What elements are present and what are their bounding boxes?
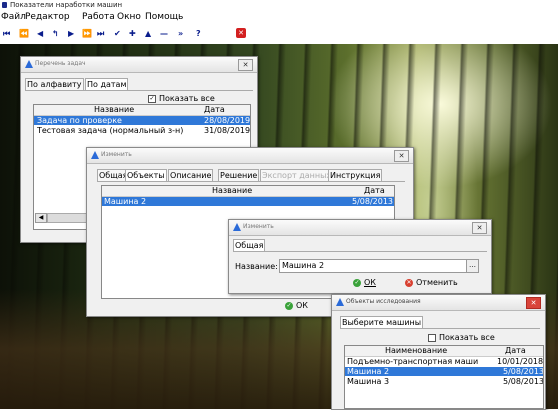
table-row[interactable]: Машина 3 5/08/2013 [345,377,543,386]
ok-label: ОК [364,278,376,287]
table-row[interactable]: Машина 2 5/08/2013 [345,367,543,376]
cell-date: 28/08/2019 [204,116,250,125]
machines-table: Наименование Дата Подъемно-транспортная … [344,345,544,409]
cell-name: Машина 2 [347,367,390,376]
window-title: Перечень задач [35,60,86,67]
tab-bar: Общая [233,239,487,252]
table-header: Наименование Дата [345,346,543,357]
table-row[interactable]: Подъемно-транспортная маши 10/01/2018 [345,357,543,366]
tab-bar: Выберите машины [340,316,540,329]
header-name: Название [94,105,135,114]
menu-work[interactable]: Работа [82,12,115,22]
browse-button[interactable]: … [466,259,479,273]
table-header: Название Дата [34,105,250,116]
app-icon [2,2,7,8]
header-date: Дата [364,186,385,195]
menu-window[interactable]: Окно [117,12,141,22]
edit-name-window: Изменить ✕ Общая Название: Машина 2 … ✓ О… [228,219,492,294]
tab-bar: По алфавиту По датам [25,78,253,91]
app-window-icon [233,223,241,231]
cell-date: 5/08/2013 [503,367,543,376]
check-icon: ✓ [285,301,293,310]
check-icon: ✓ [353,278,361,287]
header-name: Название [212,186,253,195]
up-icon[interactable]: ▲ [145,29,151,38]
cell-date: 5/08/2013 [352,197,394,206]
cell-name: Тестовая задача (нормальный з-н) [37,126,184,135]
header-date: Дата [204,105,225,114]
cell-date: 5/08/2013 [503,377,543,386]
next-page-icon[interactable]: ⏩ [82,29,92,38]
show-all-label: Показать все [439,333,495,342]
help-icon[interactable]: ? [196,29,201,38]
app-title: Показатели наработки машин [10,1,123,9]
app-window-icon [336,298,344,306]
tab-divider [233,251,487,252]
ok-button[interactable]: ✓ ОК [353,278,376,288]
name-label: Название: [235,262,278,271]
window-titlebar: Объекты исследования ✕ [332,295,545,311]
first-record-icon[interactable]: ⏮ [3,29,10,39]
check-icon[interactable]: ✔ [114,29,121,38]
window-titlebar: Изменить ✕ [229,220,491,236]
menu-bar: Файл Редактор Работа Окно Помощь [0,11,558,24]
last-record-icon[interactable]: ⏭ [97,29,104,39]
header-name: Наименование [385,346,448,355]
tab-divider [97,181,405,182]
cell-name: Задача по проверке [37,116,122,125]
scroll-left-icon[interactable]: ◀ [35,213,47,223]
research-objects-window: Объекты исследования ✕ Выберите машины П… [331,294,546,410]
tab-divider [340,328,540,329]
tab-divider [25,90,253,91]
tab-bar: Общая Объекты Описание Решение Экспорт д… [97,169,413,182]
close-icon[interactable]: ✕ [472,222,487,234]
cell-name: Подъемно-транспортная маши [347,357,479,366]
checkbox-icon[interactable]: ✓ [148,94,156,103]
name-input[interactable]: Машина 2 [279,259,467,273]
window-titlebar: Перечень задач ✕ [21,57,257,73]
window-title: Изменить [243,223,274,230]
menu-editor[interactable]: Редактор [25,12,70,22]
header-date: Дата [505,346,526,355]
remove-icon[interactable]: — [160,29,168,38]
cell-date: 31/08/2019 [204,126,250,135]
menu-help[interactable]: Помощь [145,12,183,22]
add-icon[interactable]: ✚ [129,29,136,38]
close-icon[interactable]: ✕ [526,297,541,309]
app-window-icon [91,151,99,159]
more-icon[interactable]: » [178,29,183,38]
table-header: Название Дата [102,186,394,197]
show-all-label: Показать все [159,94,215,103]
ok-button[interactable]: ✓ ОК [285,301,308,311]
cell-name: Машина 2 [104,197,147,206]
window-titlebar: Изменить ✕ [87,148,413,164]
cancel-icon: ✕ [405,278,413,287]
close-icon[interactable]: ✕ [394,150,409,162]
window-title: Объекты исследования [346,298,421,305]
cancel-label: Отменить [416,278,458,287]
window-title: Изменить [101,151,132,158]
exit-icon[interactable]: ✕ [236,28,246,38]
next-record-icon[interactable]: ▶ [68,29,74,38]
close-icon[interactable]: ✕ [238,59,253,71]
prev-page-icon[interactable]: ⏪ [19,29,29,38]
table-row[interactable]: Машина 2 5/08/2013 [102,197,394,206]
show-all-checkbox[interactable]: Показать все [428,333,495,342]
app-title-bar: Показатели наработки машин [0,0,558,11]
cell-name: Машина 3 [347,377,390,386]
table-row[interactable]: Задача по проверке 28/08/2019 [34,116,250,125]
cancel-button[interactable]: ✕ Отменить [405,278,458,288]
toolbar: ⏮ ⏪ ◀ ↰ ▶ ⏩ ⏭ ✔ ✚ ▲ — » ? ✕ [0,24,558,44]
table-row[interactable]: Тестовая задача (нормальный з-н) 31/08/2… [34,126,250,135]
menu-file[interactable]: Файл [1,12,26,22]
ok-label: ОК [296,301,308,310]
checkbox-icon[interactable] [428,333,436,342]
prev-record-icon[interactable]: ◀ [37,29,43,38]
undo-icon[interactable]: ↰ [52,29,59,38]
show-all-checkbox[interactable]: ✓ Показать все [148,94,215,103]
cell-date: 10/01/2018 [497,357,543,366]
app-window-icon [25,60,33,68]
